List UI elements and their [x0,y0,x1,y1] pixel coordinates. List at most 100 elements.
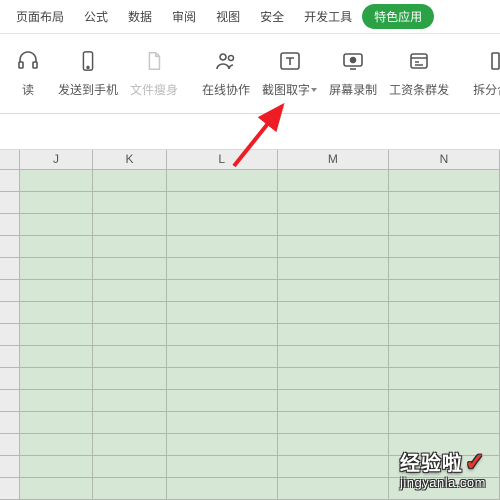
cell[interactable] [93,192,166,214]
cell[interactable] [93,346,166,368]
cell[interactable] [278,346,389,368]
cell[interactable] [389,368,500,390]
cell[interactable] [167,390,278,412]
cell[interactable] [389,434,500,456]
cell[interactable] [93,214,166,236]
cell[interactable] [93,324,166,346]
cell[interactable] [93,236,166,258]
row-header[interactable] [0,390,20,412]
cell[interactable] [278,192,389,214]
cell[interactable] [389,236,500,258]
row-header[interactable] [0,302,20,324]
cell[interactable] [167,434,278,456]
cell[interactable] [20,434,93,456]
cell[interactable] [93,280,166,302]
select-all-corner[interactable] [0,150,20,169]
grid[interactable] [0,170,500,500]
cell[interactable] [278,456,389,478]
cell[interactable] [93,368,166,390]
cell[interactable] [278,258,389,280]
payroll-send-button[interactable]: 工资条群发 [383,43,455,102]
cell[interactable] [389,214,500,236]
row-header[interactable] [0,412,20,434]
cell[interactable] [389,412,500,434]
menu-review[interactable]: 审阅 [162,2,206,31]
cell[interactable] [167,236,278,258]
cell[interactable] [20,214,93,236]
cell[interactable] [20,368,93,390]
cell[interactable] [167,346,278,368]
cell[interactable] [167,456,278,478]
row-header[interactable] [0,236,20,258]
row-header[interactable] [0,192,20,214]
cell[interactable] [389,456,500,478]
cell[interactable] [278,280,389,302]
cell[interactable] [20,170,93,192]
cell[interactable] [167,368,278,390]
cell[interactable] [20,390,93,412]
menu-security[interactable]: 安全 [250,2,294,31]
cell[interactable] [278,434,389,456]
cell[interactable] [93,412,166,434]
screen-record-button[interactable]: 屏幕录制 [323,43,383,102]
column-header-K[interactable]: K [93,150,166,169]
column-header-M[interactable]: M [278,150,389,169]
cell[interactable] [278,390,389,412]
cell[interactable] [167,192,278,214]
cell[interactable] [20,236,93,258]
cell[interactable] [93,258,166,280]
cell[interactable] [167,280,278,302]
cell[interactable] [93,390,166,412]
cell[interactable] [278,368,389,390]
cell[interactable] [389,280,500,302]
column-header-N[interactable]: N [389,150,500,169]
cell[interactable] [389,478,500,500]
cell[interactable] [278,236,389,258]
cell[interactable] [278,324,389,346]
cell[interactable] [20,192,93,214]
cell[interactable] [167,258,278,280]
screenshot-ocr-button[interactable]: 截图取字 [256,43,323,102]
cell[interactable] [389,302,500,324]
row-header[interactable] [0,346,20,368]
row-header[interactable] [0,258,20,280]
menu-formula[interactable]: 公式 [74,2,118,31]
cell[interactable] [389,192,500,214]
cell[interactable] [167,214,278,236]
cell[interactable] [20,302,93,324]
cell[interactable] [278,478,389,500]
cell[interactable] [278,302,389,324]
row-header[interactable] [0,434,20,456]
row-header[interactable] [0,368,20,390]
send-to-phone-button[interactable]: 发送到手机 [52,43,124,102]
split-merge-button[interactable]: 拆分合并 [467,43,500,102]
cell[interactable] [167,412,278,434]
menu-view[interactable]: 视图 [206,2,250,31]
cell[interactable] [167,324,278,346]
cell[interactable] [20,258,93,280]
cell[interactable] [20,346,93,368]
cell[interactable] [278,214,389,236]
cell[interactable] [93,478,166,500]
cell[interactable] [93,434,166,456]
cell[interactable] [20,478,93,500]
cell[interactable] [389,170,500,192]
menu-featured-apps[interactable]: 特色应用 [362,4,434,29]
row-header[interactable] [0,324,20,346]
column-header-L[interactable]: L [167,150,278,169]
cell[interactable] [389,346,500,368]
cell[interactable] [20,324,93,346]
cell[interactable] [389,258,500,280]
cell[interactable] [20,280,93,302]
cell[interactable] [93,456,166,478]
cell[interactable] [167,302,278,324]
row-header[interactable] [0,170,20,192]
cell[interactable] [389,390,500,412]
menu-data[interactable]: 数据 [118,2,162,31]
read-button[interactable]: 读 [4,43,52,102]
menu-devtools[interactable]: 开发工具 [294,2,362,31]
row-header[interactable] [0,214,20,236]
cell[interactable] [167,478,278,500]
cell[interactable] [389,324,500,346]
menu-page-layout[interactable]: 页面布局 [6,2,74,31]
